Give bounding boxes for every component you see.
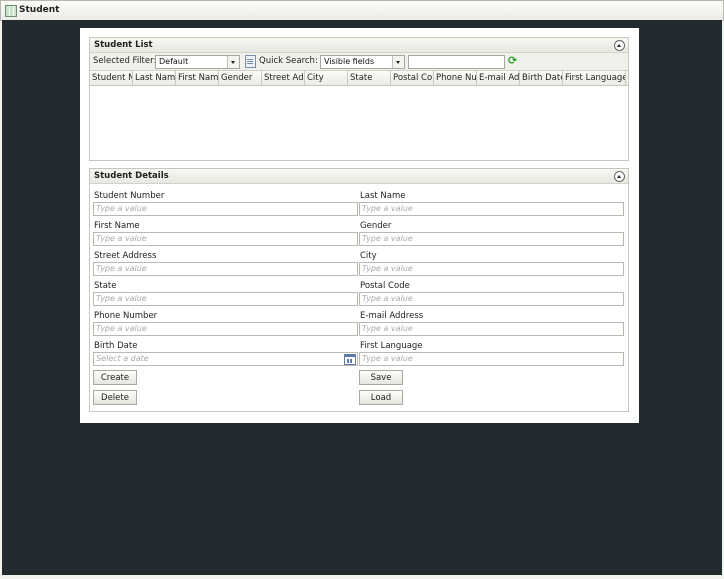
- selected-filter-value: Default: [159, 57, 189, 66]
- column-header-first-name[interactable]: First Name: [176, 71, 219, 85]
- column-header-email-address[interactable]: E-mail Ad: [477, 71, 520, 85]
- birth-date-label: Birth Date: [94, 341, 138, 351]
- first-name-field[interactable]: [93, 232, 358, 246]
- postal-code-field[interactable]: [359, 292, 624, 306]
- street-address-field[interactable]: [93, 262, 358, 276]
- column-header-street-address[interactable]: Street Ad: [262, 71, 305, 85]
- city-label: City: [360, 251, 377, 261]
- save-button[interactable]: Save: [359, 370, 403, 385]
- first-name-input[interactable]: [96, 233, 353, 244]
- first-language-label: First Language: [360, 341, 423, 351]
- birth-date-field[interactable]: [93, 352, 358, 366]
- first-name-label: First Name: [94, 221, 140, 231]
- city-field[interactable]: [359, 262, 624, 276]
- street-address-input[interactable]: [96, 263, 353, 274]
- dropdown-arrow-icon[interactable]: [227, 56, 239, 68]
- column-header-state[interactable]: State: [348, 71, 391, 85]
- collapse-icon[interactable]: [614, 171, 625, 182]
- filter-document-icon[interactable]: [245, 55, 256, 68]
- email-address-field[interactable]: [359, 322, 624, 336]
- gender-label: Gender: [360, 221, 392, 231]
- email-address-input[interactable]: [362, 323, 619, 334]
- state-label: State: [94, 281, 117, 291]
- load-button[interactable]: Load: [359, 390, 403, 405]
- create-button[interactable]: Create: [93, 370, 137, 385]
- column-header-postal-code[interactable]: Postal Co: [391, 71, 434, 85]
- student-details-section: Student Details Student Number Last Name…: [89, 168, 629, 412]
- first-language-field[interactable]: [359, 352, 624, 366]
- student-list-title: Student List: [94, 40, 153, 50]
- postal-code-input[interactable]: [362, 293, 619, 304]
- email-address-label: E-mail Address: [360, 311, 424, 321]
- student-details-header: Student Details: [90, 169, 628, 184]
- column-header-gender[interactable]: Gender: [219, 71, 262, 85]
- student-list-toolbar: Selected Filter: Default Quick Search: V…: [90, 53, 628, 71]
- column-header-city[interactable]: City: [305, 71, 348, 85]
- student-grid-body[interactable]: [90, 86, 628, 159]
- student-list-header: Student List: [90, 38, 628, 53]
- student-number-field[interactable]: [93, 202, 358, 216]
- dropdown-arrow-icon[interactable]: [392, 56, 404, 68]
- student-details-title: Student Details: [94, 171, 169, 181]
- phone-number-input[interactable]: [96, 323, 353, 334]
- last-name-field[interactable]: [359, 202, 624, 216]
- postal-code-label: Postal Code: [360, 281, 410, 291]
- birth-date-input[interactable]: [96, 353, 353, 364]
- state-input[interactable]: [96, 293, 353, 304]
- column-header-student-number[interactable]: Student N: [90, 71, 133, 85]
- window-title: Student: [19, 5, 60, 15]
- calendar-icon[interactable]: [344, 354, 356, 365]
- quick-search-scope-value: Visible fields: [324, 57, 375, 66]
- column-header-phone-number[interactable]: Phone Nu: [434, 71, 477, 85]
- last-name-input[interactable]: [362, 203, 619, 214]
- collapse-icon[interactable]: [614, 40, 625, 51]
- column-header-birth-date[interactable]: Birth Date: [520, 71, 563, 85]
- app-icon: [5, 5, 17, 17]
- gender-input[interactable]: [362, 233, 619, 244]
- phone-number-label: Phone Number: [94, 311, 158, 321]
- selected-filter-label: Selected Filter:: [93, 56, 157, 66]
- selected-filter-select[interactable]: Default: [155, 55, 240, 69]
- student-number-label: Student Number: [94, 191, 165, 201]
- column-header-first-language[interactable]: First Language: [563, 71, 626, 85]
- first-language-input[interactable]: [362, 353, 619, 364]
- window-titlebar: Student: [0, 0, 724, 21]
- student-form-panel: Student List Selected Filter: Default Qu…: [80, 28, 639, 423]
- state-field[interactable]: [93, 292, 358, 306]
- column-header-last-name[interactable]: Last Name: [133, 71, 176, 85]
- last-name-label: Last Name: [360, 191, 406, 201]
- street-address-label: Street Address: [94, 251, 157, 261]
- delete-button[interactable]: Delete: [93, 390, 137, 405]
- quick-search-scope-select[interactable]: Visible fields: [320, 55, 405, 69]
- phone-number-field[interactable]: [93, 322, 358, 336]
- city-input[interactable]: [362, 263, 619, 274]
- gender-field[interactable]: [359, 232, 624, 246]
- refresh-icon[interactable]: ⟳: [508, 54, 517, 67]
- quick-search-input[interactable]: [408, 55, 505, 69]
- quick-search-label: Quick Search:: [259, 56, 318, 66]
- student-number-input[interactable]: [96, 203, 353, 214]
- student-list-section: Student List Selected Filter: Default Qu…: [89, 37, 629, 161]
- student-grid-header: Student N Last Name First Name Gender St…: [90, 71, 628, 86]
